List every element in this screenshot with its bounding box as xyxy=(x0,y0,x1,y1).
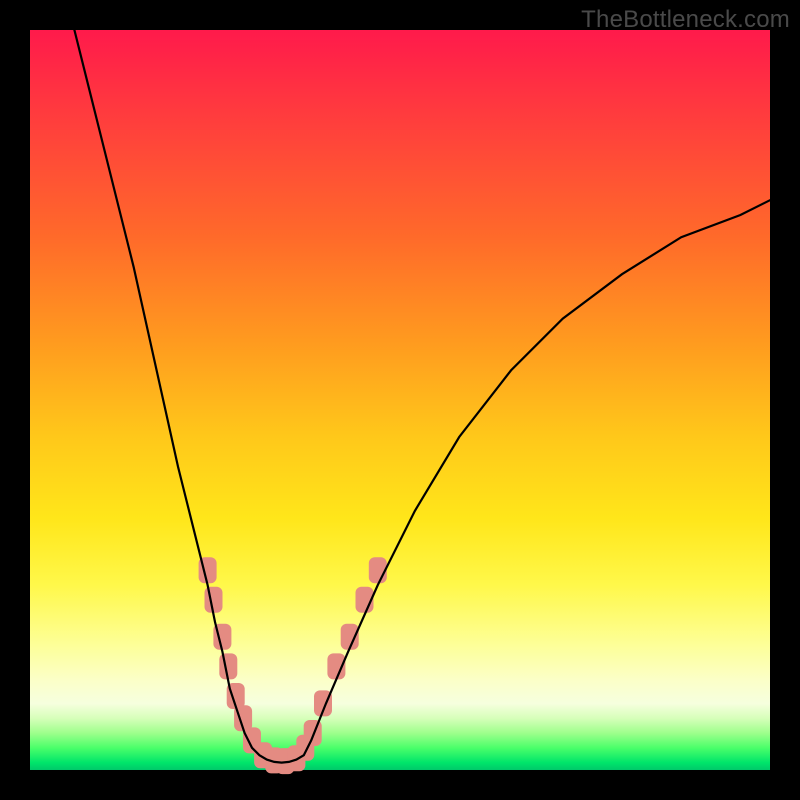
plot-area xyxy=(30,30,770,770)
watermark-text: TheBottleneck.com xyxy=(581,6,790,34)
curve-path xyxy=(74,30,770,763)
chart-svg xyxy=(30,30,770,770)
outer-frame: TheBottleneck.com xyxy=(0,0,800,800)
data-marker xyxy=(304,720,322,746)
marker-layer xyxy=(199,557,387,774)
